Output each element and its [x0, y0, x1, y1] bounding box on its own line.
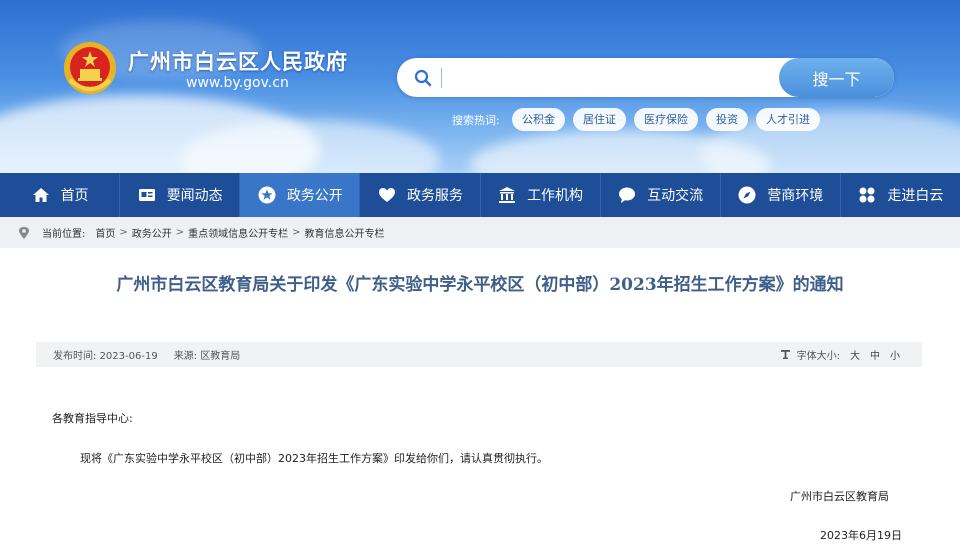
- search-box: 搜一下: [397, 58, 894, 97]
- building-icon: [497, 185, 517, 205]
- signature-date: 2023年6月19日: [820, 529, 902, 542]
- source-label: 来源:: [173, 351, 198, 362]
- location-pin-icon: [19, 226, 29, 239]
- hot-search-label: 搜索热词:: [452, 114, 500, 127]
- breadcrumb-education[interactable]: 教育信息公开专栏: [305, 225, 385, 240]
- breadcrumb-key-areas[interactable]: 重点领域信息公开专栏: [188, 225, 288, 240]
- breadcrumb: 当前位置: 首页 > 政务公开 > 重点领域信息公开专栏 > 教育信息公开专栏: [0, 217, 960, 248]
- font-size-label: 字体大小:: [796, 351, 840, 362]
- breadcrumb-label: 当前位置:: [42, 229, 86, 240]
- nav-item-label: 政务公开: [286, 188, 343, 204]
- main-nav: 首页 要闻动态 政务公开 政务服务 工作机构 互动交流 营商环境 走进白云: [0, 173, 960, 217]
- nav-item-home[interactable]: 首页: [0, 173, 121, 217]
- hot-tag-rencaiyinjin[interactable]: 人才引进: [756, 108, 820, 131]
- article-meta: 发布时间: 2023-06-19 来源: 区教育局 字体大小: 大 中 小: [36, 342, 922, 367]
- nav-item-label: 要闻动态: [166, 188, 223, 204]
- breadcrumb-separator: >: [119, 227, 128, 238]
- site-header: 广州市白云区人民政府 www.by.gov.cn 搜一下 搜索热词: 公积金 居…: [0, 0, 960, 173]
- article-title: 广州市白云区教育局关于印发《广东实验中学永平校区（初中部）2023年招生工作方案…: [116, 275, 844, 295]
- home-icon: [31, 185, 51, 205]
- article-paragraph: 现将《广东实验中学永平校区（初中部）2023年招生工作方案》印发给你们，请认真贯…: [80, 452, 548, 465]
- nav-item-government-affairs[interactable]: 政务公开: [240, 173, 361, 217]
- hot-tag-yiliaobaoxian[interactable]: 医疗保险: [634, 108, 698, 131]
- nav-item-label: 营商环境: [767, 188, 824, 204]
- hot-tag-juzhuzheng[interactable]: 居住证: [573, 108, 626, 131]
- search-button[interactable]: 搜一下: [779, 58, 894, 97]
- nav-item-label: 政务服务: [406, 188, 463, 204]
- hot-search-tags: 公积金 居住证 医疗保险 投资 人才引进: [512, 108, 820, 131]
- nav-item-news[interactable]: 要闻动态: [120, 173, 241, 217]
- nav-item-label: 互动交流: [647, 188, 704, 204]
- font-size-medium[interactable]: 中: [870, 347, 880, 362]
- national-emblem-icon: [64, 42, 116, 94]
- hot-tag-touzi[interactable]: 投资: [706, 108, 748, 131]
- publish-date-label: 发布时间:: [53, 351, 97, 362]
- nav-item-label: 首页: [60, 188, 89, 204]
- search-input[interactable]: [449, 58, 769, 97]
- publish-date: 发布时间: 2023-06-19: [53, 347, 158, 362]
- search-icon: [414, 69, 432, 87]
- breadcrumb-separator: >: [175, 227, 185, 238]
- star-badge-icon: [257, 185, 277, 205]
- source-value: 区教育局: [200, 351, 241, 362]
- nav-item-about-baiyun[interactable]: 走进白云: [841, 173, 960, 217]
- nav-item-institutions[interactable]: 工作机构: [481, 173, 601, 217]
- publish-date-value: 2023-06-19: [99, 351, 158, 362]
- breadcrumb-separator: >: [292, 227, 301, 238]
- site-title[interactable]: 广州市白云区人民政府: [128, 46, 348, 76]
- nav-item-gov-services[interactable]: 政务服务: [360, 173, 481, 217]
- news-icon: [137, 185, 157, 205]
- heart-icon: [377, 185, 397, 205]
- chat-icon: [617, 185, 637, 205]
- font-size-control: 字体大小: 大 中 小: [780, 342, 900, 367]
- text-size-icon: [780, 350, 790, 359]
- signature-organization: 广州市白云区教育局: [790, 490, 889, 503]
- nav-item-interaction[interactable]: 互动交流: [601, 173, 721, 217]
- site-url: www.by.gov.cn: [186, 75, 289, 91]
- breadcrumb-home[interactable]: 首页: [95, 225, 115, 240]
- hot-tag-gongjijin[interactable]: 公积金: [512, 108, 565, 131]
- article-salutation: 各教育指导中心:: [52, 412, 133, 425]
- nav-item-label: 走进白云: [887, 188, 944, 204]
- search-divider: [441, 68, 442, 88]
- font-size-large[interactable]: 大: [850, 347, 860, 362]
- nav-item-label: 工作机构: [527, 188, 584, 204]
- compass-icon: [737, 185, 757, 205]
- article-source: 来源: 区教育局: [174, 347, 241, 362]
- font-size-small[interactable]: 小: [890, 347, 900, 362]
- nav-item-business-environment[interactable]: 营商环境: [721, 173, 841, 217]
- breadcrumb-gov-affairs[interactable]: 政务公开: [132, 225, 172, 240]
- grid-icon: [857, 185, 877, 205]
